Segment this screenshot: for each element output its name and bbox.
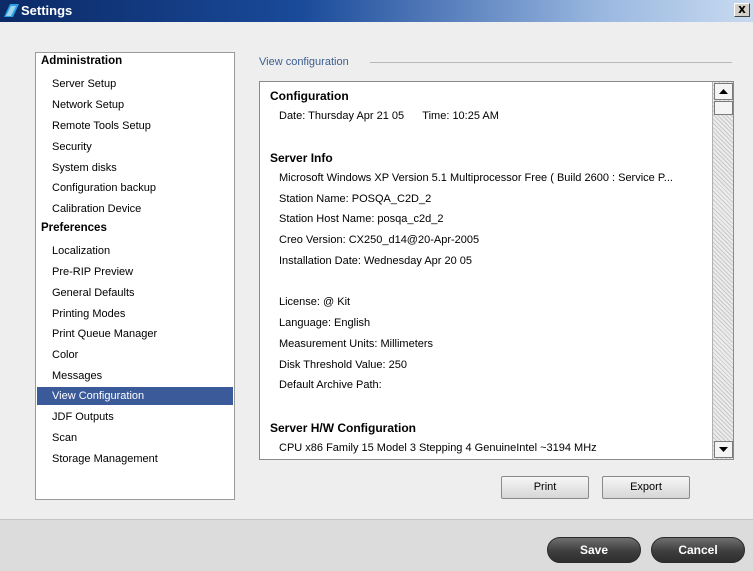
- title-bar[interactable]: Settings x: [0, 0, 753, 22]
- nav-item-view-configuration[interactable]: View Configuration: [37, 387, 233, 405]
- nav-item-server-setup[interactable]: Server Setup: [37, 75, 233, 93]
- arrow-up-icon: [719, 88, 728, 94]
- scroll-up-button[interactable]: [714, 83, 733, 100]
- config-line: Station Name: POSQA_C2D_2: [279, 193, 432, 205]
- section-title: View configuration: [259, 56, 349, 68]
- heading-server-hw-configuration: Server H/W Configuration: [270, 421, 417, 435]
- settings-window: Settings x Administration Server Setup N…: [0, 0, 753, 571]
- nav-item-network-setup[interactable]: Network Setup: [37, 96, 233, 114]
- config-line: Station Host Name: posqa_c2d_2: [279, 213, 444, 225]
- window-title: Settings: [21, 3, 73, 18]
- vertical-scrollbar[interactable]: [712, 82, 733, 459]
- nav-item-jdf-outputs[interactable]: JDF Outputs: [37, 408, 233, 426]
- nav-group-preferences: Preferences: [41, 222, 107, 234]
- config-line: CPU x86 Family 15 Model 3 Stepping 4 Gen…: [279, 442, 597, 454]
- configuration-text-box[interactable]: Configuration Date: Thursday Apr 21 05 T…: [259, 81, 734, 460]
- section-divider: [370, 62, 732, 63]
- nav-item-system-disks[interactable]: System disks: [37, 159, 233, 177]
- nav-group-administration: Administration: [41, 55, 123, 67]
- close-icon: x: [738, 2, 746, 16]
- nav-item-messages[interactable]: Messages: [37, 367, 233, 385]
- settings-nav: Administration Server Setup Network Setu…: [35, 52, 235, 500]
- nav-item-print-queue-manager[interactable]: Print Queue Manager: [37, 325, 233, 343]
- nav-item-general-defaults[interactable]: General Defaults: [37, 284, 233, 302]
- config-line: Microsoft Windows XP Version 5.1 Multipr…: [279, 172, 673, 184]
- export-button[interactable]: Export: [602, 476, 690, 499]
- scroll-thumb[interactable]: [714, 101, 733, 115]
- nav-item-printing-modes[interactable]: Printing Modes: [37, 305, 233, 323]
- nav-item-pre-rip-preview[interactable]: Pre-RIP Preview: [37, 263, 233, 281]
- config-line: Disk Threshold Value: 250: [279, 359, 407, 371]
- nav-item-remote-tools-setup[interactable]: Remote Tools Setup: [37, 117, 233, 135]
- nav-item-localization[interactable]: Localization: [37, 242, 233, 260]
- nav-item-storage-management[interactable]: Storage Management: [37, 450, 233, 468]
- cancel-button[interactable]: Cancel: [651, 537, 745, 563]
- scroll-down-button[interactable]: [714, 441, 733, 458]
- print-button[interactable]: Print: [501, 476, 589, 499]
- config-line: Default Archive Path:: [279, 379, 382, 391]
- settings-app-icon: [4, 4, 19, 17]
- close-button[interactable]: x: [734, 3, 750, 17]
- config-line: Installation Date: Wednesday Apr 20 05: [279, 255, 473, 267]
- config-line: License: @ Kit: [279, 296, 351, 308]
- save-button[interactable]: Save: [547, 537, 641, 563]
- nav-item-scan[interactable]: Scan: [37, 429, 233, 447]
- nav-item-security[interactable]: Security: [37, 138, 233, 156]
- arrow-down-icon: [719, 446, 728, 452]
- heading-configuration: Configuration: [270, 89, 349, 103]
- config-line: Date: Thursday Apr 21 05 Time: 10:25 AM: [279, 110, 499, 122]
- nav-item-configuration-backup[interactable]: Configuration backup: [37, 179, 233, 197]
- nav-item-calibration-device[interactable]: Calibration Device: [37, 200, 233, 218]
- config-line: Creo Version: CX250_d14@20-Apr-2005: [279, 234, 480, 246]
- config-line: Language: English: [279, 317, 371, 329]
- heading-server-info: Server Info: [270, 151, 333, 165]
- config-line: Measurement Units: Millimeters: [279, 338, 434, 350]
- nav-item-color[interactable]: Color: [37, 346, 233, 364]
